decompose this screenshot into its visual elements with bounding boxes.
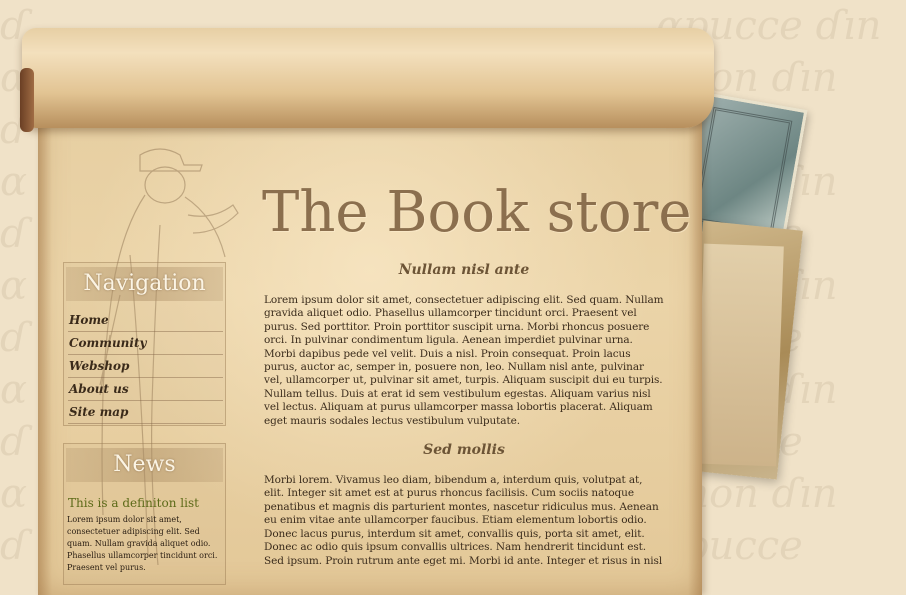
nav-item-about-us[interactable]: About us	[68, 378, 223, 401]
news-title: News	[66, 448, 223, 482]
nav-item-community[interactable]: Community	[68, 332, 223, 355]
navigation-title: Navigation	[66, 267, 223, 301]
navigation-box: Navigation Home Community Webshop About …	[63, 262, 226, 426]
scroll-roll-end	[20, 68, 34, 132]
news-definition: This is a definiton list	[68, 496, 199, 510]
section-paragraph-2: Morbi lorem. Vivamus leo diam, bibendum …	[264, 474, 663, 567]
nav-item-home[interactable]: Home	[68, 309, 223, 332]
scroll-roll-top	[22, 28, 714, 128]
nav-item-site-map[interactable]: Site map	[68, 401, 223, 424]
nav-item-webshop[interactable]: Webshop	[68, 355, 223, 378]
page-title: The Book store	[262, 179, 692, 245]
section-heading-2: Sed mollis	[423, 442, 505, 459]
section-heading-1: Nullam nisl ante	[398, 262, 530, 278]
main-content: Nullam nisl ante Lorem ipsum dolor sit a…	[264, 260, 664, 568]
news-text: Lorem ipsum dolor sit amet, consectetuer…	[67, 515, 218, 572]
news-box: News This is a definiton list Lorem ipsu…	[63, 443, 226, 585]
navigation-list: Home Community Webshop About us Site map	[64, 309, 225, 424]
section-paragraph-1: Lorem ipsum dolor sit amet, consectetuer…	[264, 294, 664, 427]
old-paper-sheet	[696, 243, 784, 467]
